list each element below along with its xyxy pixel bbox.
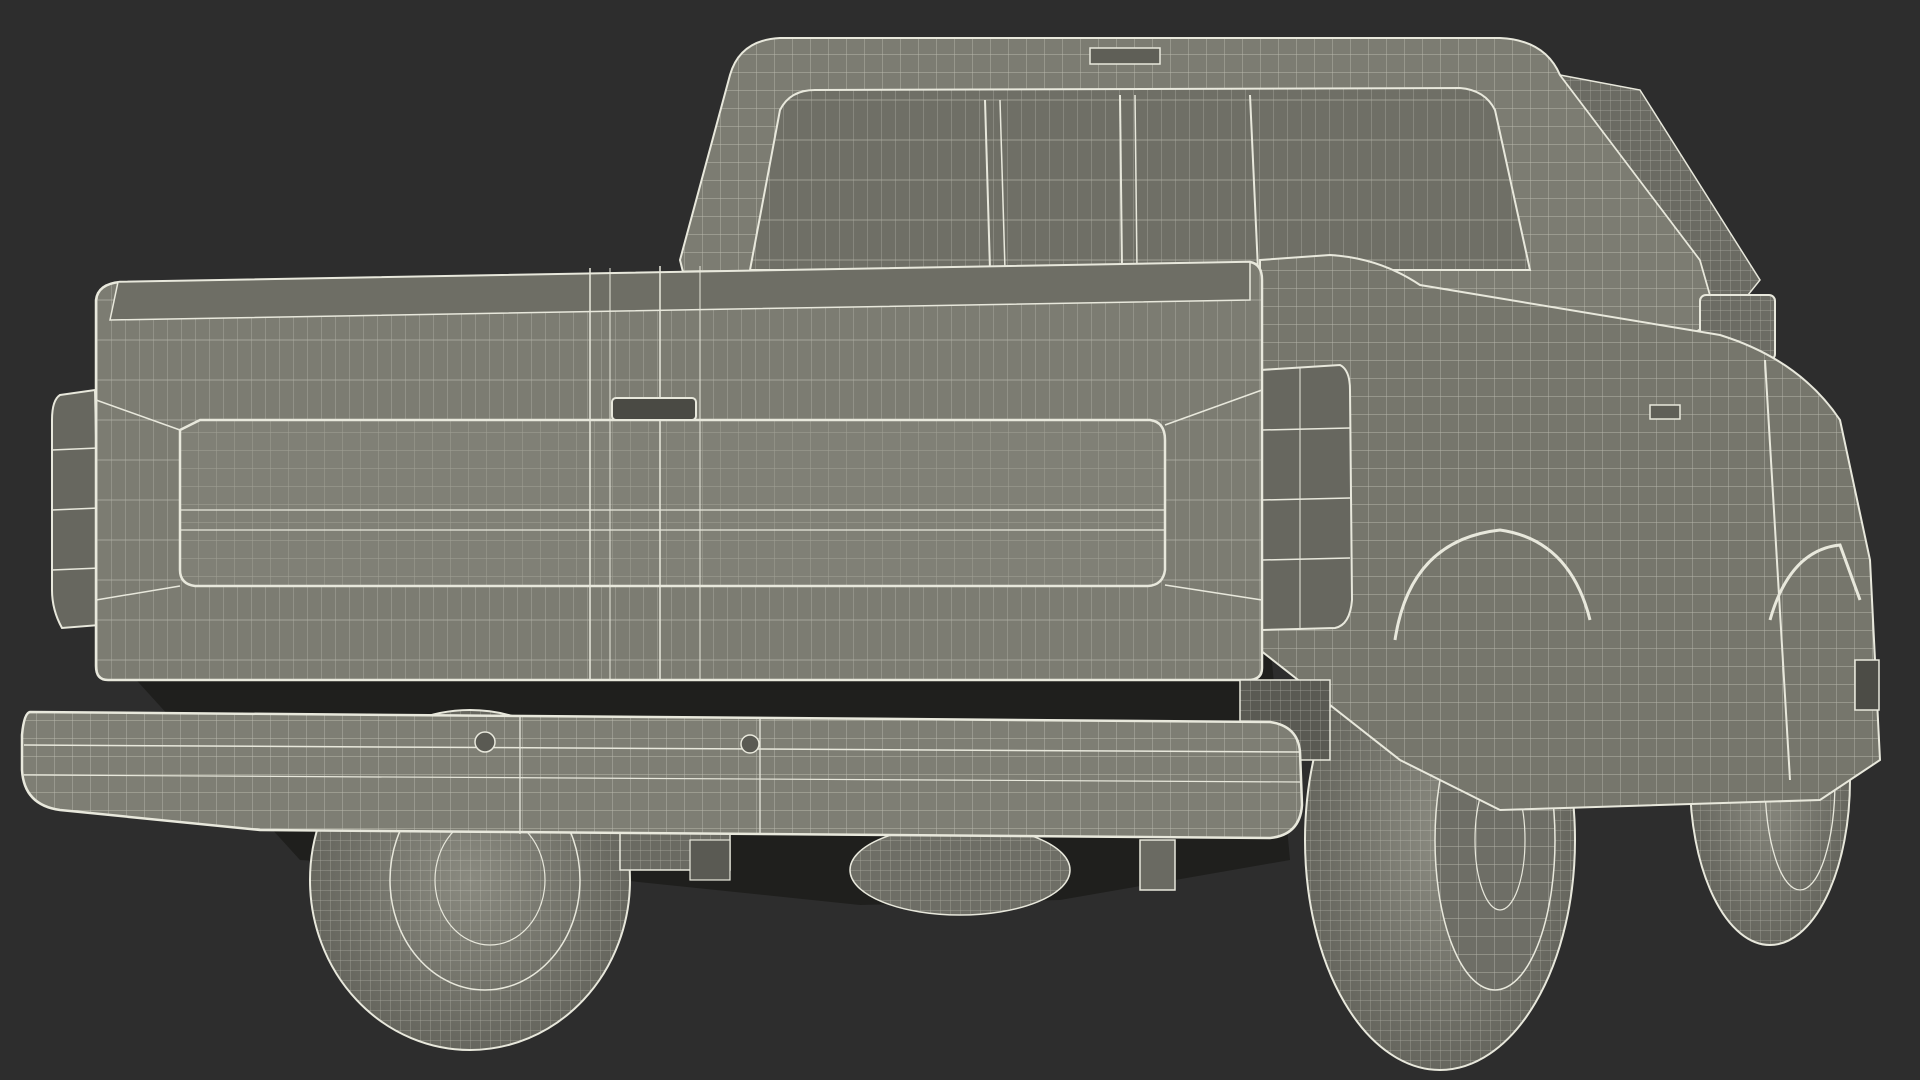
roof-marker-light: [1089, 47, 1161, 65]
tail-light-left: [51, 388, 102, 630]
rear-bumper: [20, 710, 1304, 840]
bumper-bolt-right: [740, 734, 760, 754]
render-viewport: [0, 0, 1920, 1080]
differential: [849, 824, 1071, 916]
truck-wireframe-render: [20, 37, 1882, 1071]
tail-light-right: [1258, 363, 1354, 632]
bumper-bolt-left: [474, 731, 496, 753]
tailgate-handle: [611, 397, 697, 421]
door-handle: [1649, 404, 1681, 420]
tailgate: [94, 260, 1264, 682]
side-marker-reflector: [1854, 659, 1880, 711]
